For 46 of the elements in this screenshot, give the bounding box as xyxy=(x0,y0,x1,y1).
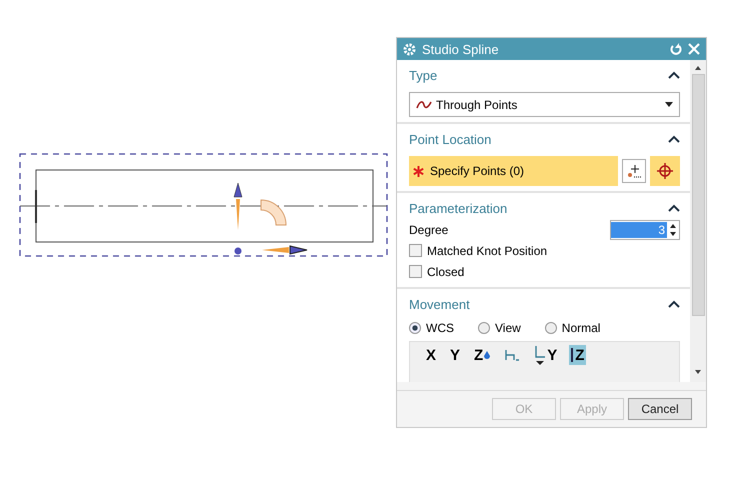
gear-icon xyxy=(403,42,416,56)
checkbox[interactable] xyxy=(409,265,422,278)
crosshair-icon xyxy=(656,162,674,180)
section-title: Parameterization xyxy=(409,200,508,216)
scrollbar[interactable] xyxy=(690,60,706,382)
toolbar-button[interactable]: Z xyxy=(472,345,492,365)
toolbar-button[interactable]: Y xyxy=(448,345,462,365)
collapse-icon[interactable] xyxy=(668,135,680,143)
asterisk-icon xyxy=(413,166,424,176)
collapse-icon[interactable] xyxy=(668,71,680,79)
degree-label: Degree xyxy=(409,222,450,236)
drop-icon xyxy=(484,351,490,359)
curve-icon xyxy=(416,100,432,110)
radio-button[interactable] xyxy=(409,322,421,334)
dialog-title: Studio Spline xyxy=(422,42,500,56)
radio-button[interactable] xyxy=(544,322,557,334)
collapse-icon[interactable] xyxy=(668,204,680,212)
spin-arrows-icon xyxy=(667,222,679,236)
section-title: Movement xyxy=(409,296,471,312)
type-dropdown[interactable]: Through Points xyxy=(409,92,680,117)
plus-point-icon xyxy=(626,163,642,179)
reset-icon[interactable] xyxy=(670,43,682,55)
radio-label: WCS xyxy=(426,321,454,335)
collapse-icon[interactable] xyxy=(668,300,680,308)
section-title: Type xyxy=(409,68,438,82)
checkbox[interactable] xyxy=(409,244,422,257)
radio-button[interactable] xyxy=(478,322,490,334)
toolbar-button[interactable]: Z xyxy=(569,345,586,365)
plane-icon xyxy=(504,348,520,362)
scroll-down-icon xyxy=(695,370,701,374)
toolbar-button[interactable]: X xyxy=(424,345,438,365)
point-dialog-button[interactable] xyxy=(622,159,646,183)
toolbar-button[interactable]: Y xyxy=(532,345,560,365)
checkbox-label: Closed xyxy=(427,264,466,278)
radio-label: Normal xyxy=(562,321,600,335)
section-title: Point Location xyxy=(409,132,492,146)
scroll-up-icon xyxy=(695,66,701,70)
corner-axis-icon xyxy=(534,344,546,366)
bar-icon xyxy=(571,348,574,362)
point-constructor-button[interactable] xyxy=(650,156,680,186)
close-icon[interactable] xyxy=(688,43,700,55)
dropdown-arrow-icon xyxy=(665,102,673,107)
specify-points-selector[interactable]: Specify Points (0) xyxy=(409,156,618,186)
dialog-button[interactable]: Cancel xyxy=(628,398,692,420)
radio-label: View xyxy=(495,321,521,335)
checkbox-label: Matched Knot Position xyxy=(427,244,548,258)
